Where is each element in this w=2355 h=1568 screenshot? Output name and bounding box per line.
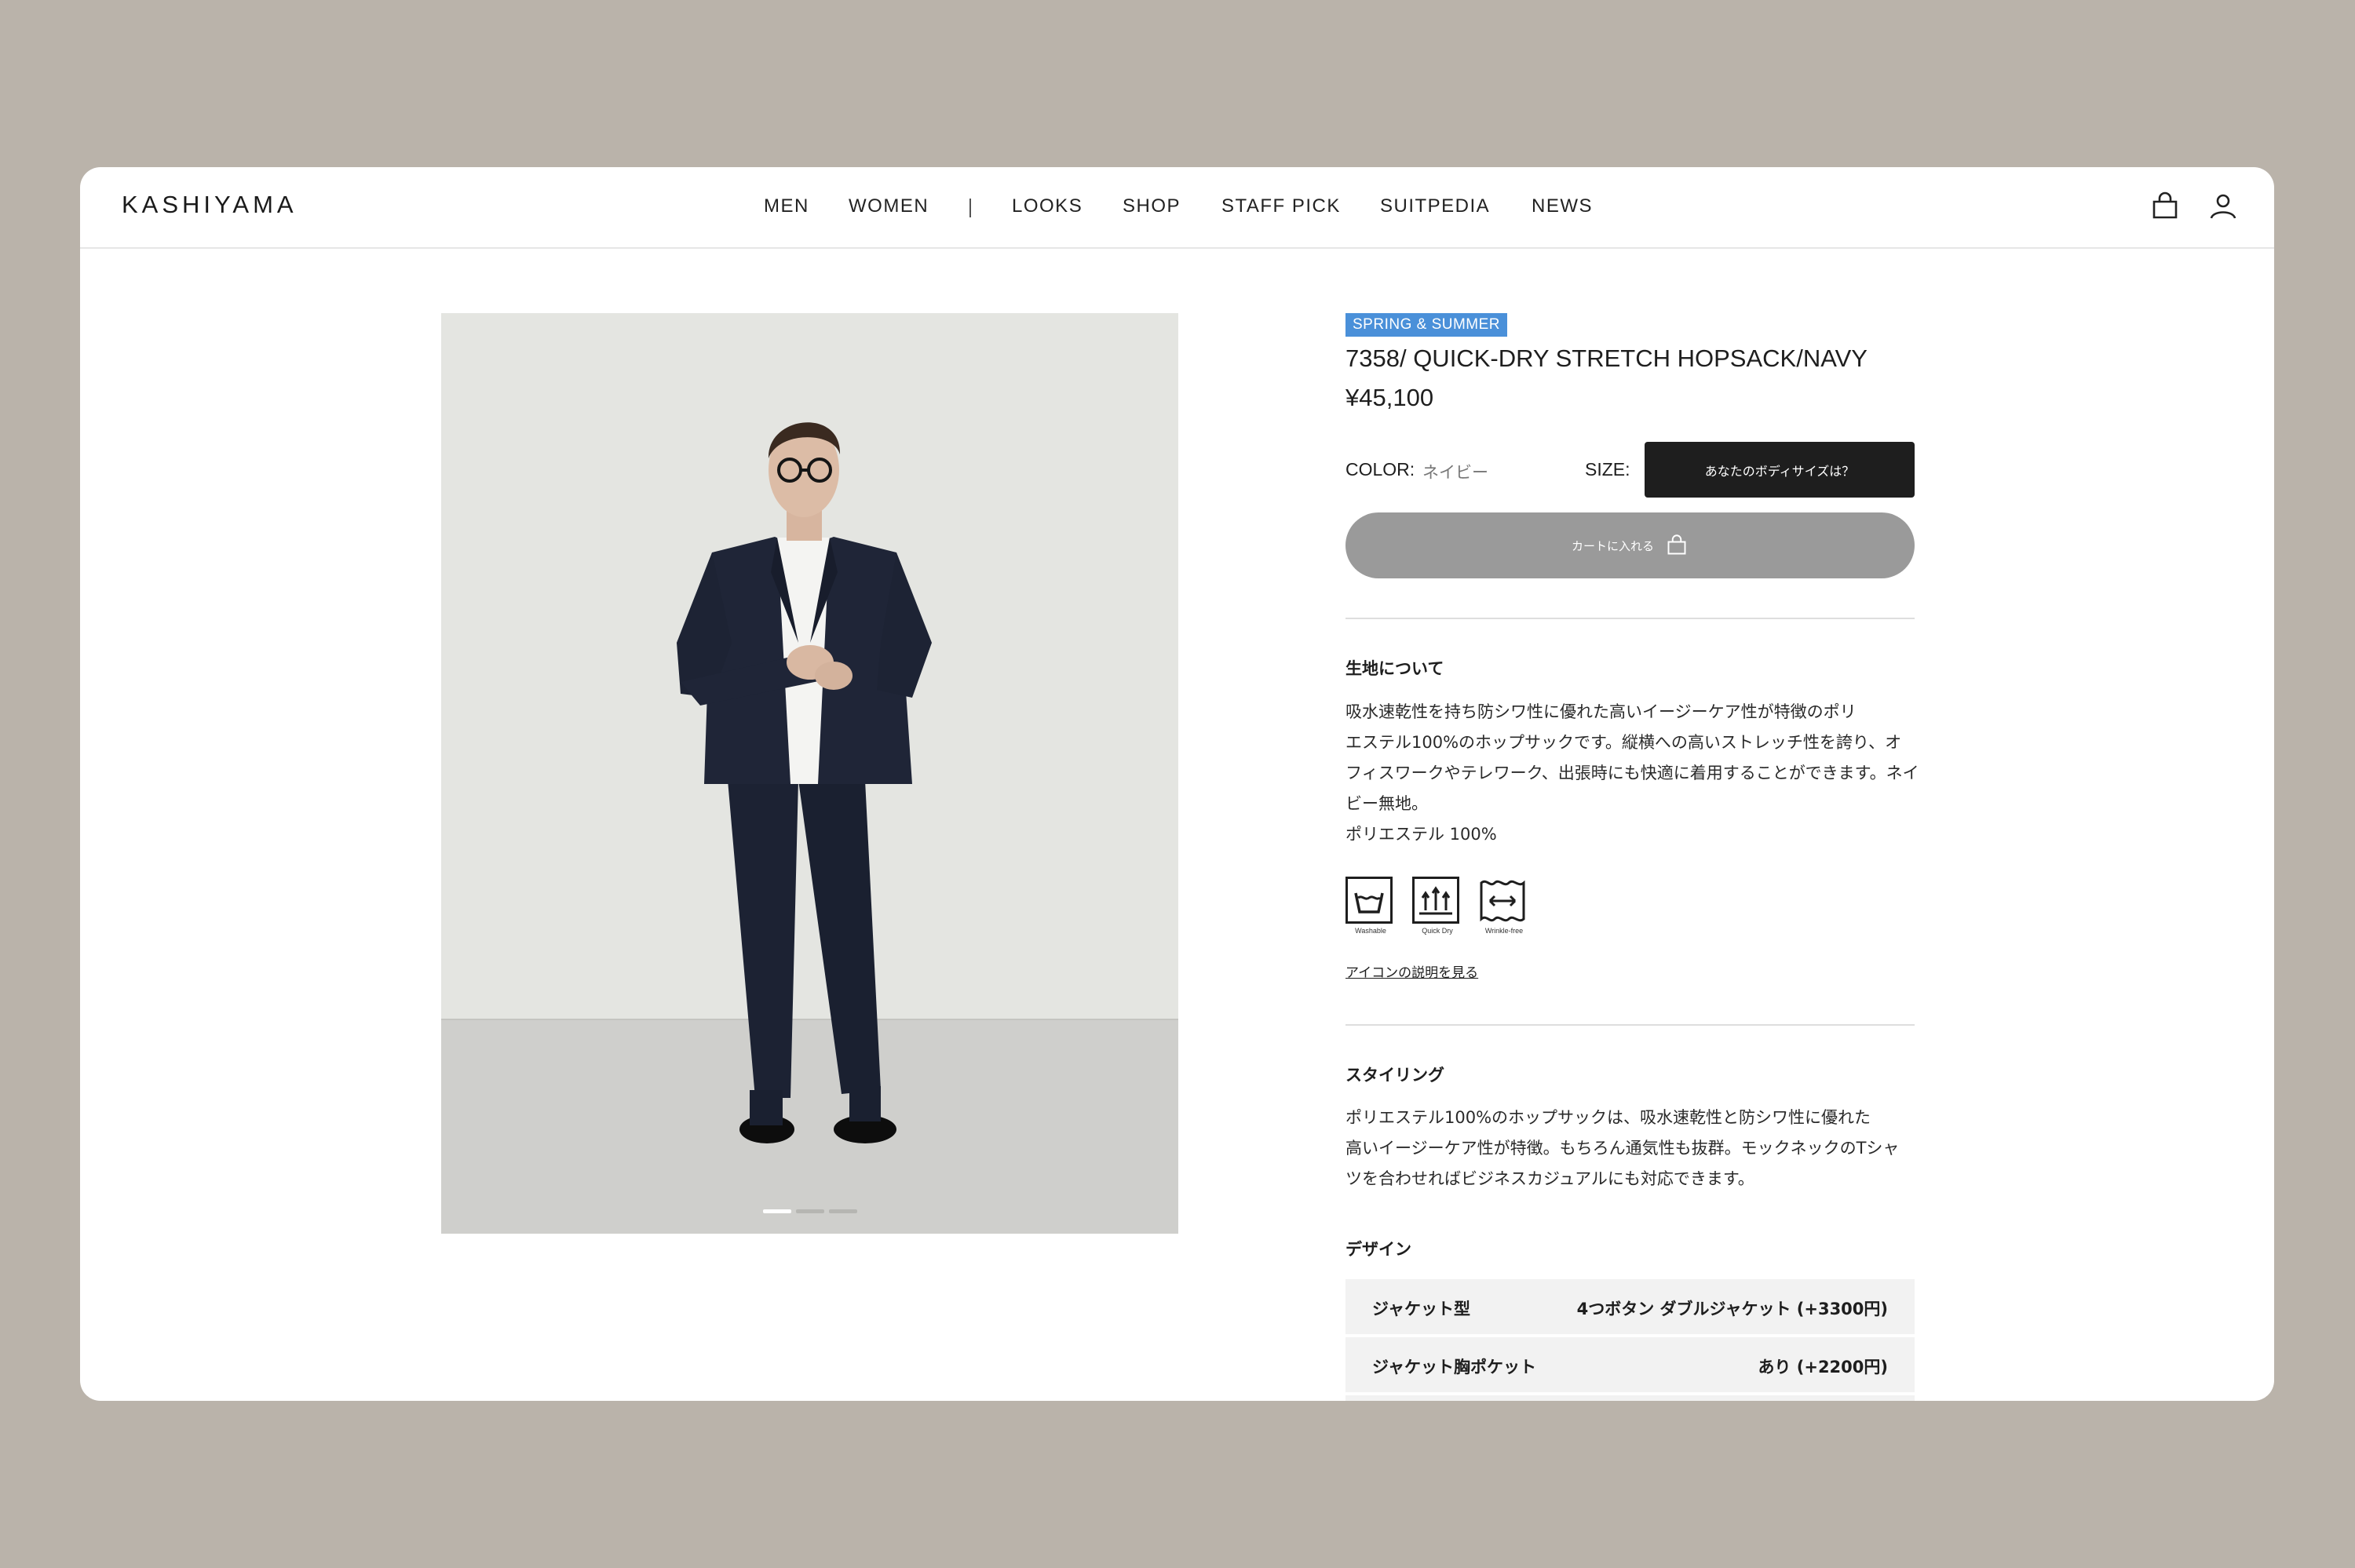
- fabric-line: エステル100%のホップサックです。縦横への高いストレッチ性を誇り、オ: [1345, 733, 1902, 752]
- styling-line: ポリエステル100%のホップサックは、吸水速乾性と防シワ性に優れた: [1345, 1108, 1871, 1127]
- washable-icon: Washable: [1345, 877, 1396, 939]
- model-photo: [441, 313, 1178, 1234]
- design-key: ジャケット型: [1372, 1300, 1470, 1318]
- quick-dry-icon: Quick Dry: [1412, 877, 1462, 939]
- icon-explanation-link[interactable]: アイコンの説明を見る: [1345, 961, 1478, 981]
- nav-news[interactable]: NEWS: [1532, 195, 1593, 217]
- styling-heading: スタイリング: [1345, 1066, 1444, 1085]
- design-key: ジャケット胸ポケット: [1372, 1358, 1536, 1377]
- section-divider: [1345, 1024, 1915, 1026]
- color-label: COLOR:: [1345, 459, 1415, 480]
- design-value: 4つボタン ダブルジャケット (+3300円): [1576, 1300, 1888, 1318]
- body-size-button-label: あなたのボディサイズは？: [1704, 463, 1855, 479]
- nav-separator: [969, 199, 971, 217]
- wrinkle-free-icon: Wrinkle-free: [1479, 877, 1529, 939]
- fabric-material: ポリエステル 100%: [1345, 825, 1497, 844]
- table-row: ジャケット胸ポケット あり (+2200円): [1345, 1337, 1915, 1392]
- add-to-cart-label: カートに入れる: [1571, 538, 1654, 553]
- shopping-bag-icon: [1667, 534, 1686, 555]
- carousel-indicator: [441, 1209, 1178, 1214]
- product-title: 7358/ QUICK-DRY STRETCH HOPSACK/NAVY: [1345, 345, 1868, 372]
- table-row: [1345, 1395, 1915, 1401]
- fabric-description: 吸水速乾性を持ち防シワ性に優れた高いイージーケア性が特徴のポリ エステル100%…: [1345, 697, 1919, 850]
- nav-looks[interactable]: LOOKS: [1012, 195, 1083, 217]
- washable-caption: Washable: [1355, 927, 1386, 935]
- carousel-dot-2[interactable]: [796, 1209, 824, 1213]
- design-options-table: ジャケット型 4つボタン ダブルジャケット (+3300円) ジャケット胸ポケッ…: [1345, 1279, 1915, 1401]
- styling-line: 高いイージーケア性が特徴。もちろん通気性も抜群。モックネックのTシャ: [1345, 1139, 1900, 1158]
- fabric-line: 吸水速乾性を持ち防シワ性に優れた高いイージーケア性が特徴のポリ: [1345, 702, 1857, 721]
- nav-staff-pick[interactable]: STAFF PICK: [1221, 195, 1341, 217]
- fabric-line: ビー無地。: [1345, 794, 1428, 813]
- care-icons: Washable Quick Dry Wrinkle-free: [1345, 877, 1525, 939]
- season-badge: SPRING & SUMMER: [1345, 313, 1508, 337]
- nav-suitpedia[interactable]: SUITPEDIA: [1380, 195, 1490, 217]
- product-price: ¥45,100: [1345, 384, 1434, 411]
- browser-window: KASHIYAMA MEN WOMEN LOOKS SHOP STAFF PIC…: [80, 167, 2274, 1401]
- add-to-cart-button[interactable]: カートに入れる: [1345, 512, 1915, 578]
- table-row: ジャケット型 4つボタン ダブルジャケット (+3300円): [1345, 1279, 1915, 1334]
- site-header: KASHIYAMA MEN WOMEN LOOKS SHOP STAFF PIC…: [80, 167, 2274, 249]
- color-value: ネイビー: [1422, 463, 1488, 482]
- carousel-dot-3[interactable]: [829, 1209, 857, 1213]
- styling-line: ツを合わせればビジネスカジュアルにも対応できます。: [1345, 1169, 1754, 1188]
- main-nav: MEN WOMEN LOOKS SHOP STAFF PICK SUITPEDI…: [80, 195, 2274, 227]
- shopping-bag-icon[interactable]: [2149, 191, 2181, 222]
- nav-men[interactable]: MEN: [764, 195, 809, 217]
- product-image[interactable]: [441, 313, 1178, 1234]
- section-divider: [1345, 618, 1915, 619]
- wrinkle-free-caption: Wrinkle-free: [1484, 927, 1524, 935]
- styling-description: ポリエステル100%のホップサックは、吸水速乾性と防シワ性に優れた 高いイージー…: [1345, 1103, 1919, 1194]
- fabric-line: フィスワークやテレワーク、出張時にも快適に着用することができます。ネイ: [1345, 764, 1919, 782]
- quick-dry-caption: Quick Dry: [1422, 927, 1453, 935]
- design-value: あり (+2200円): [1758, 1358, 1888, 1377]
- size-label: SIZE:: [1585, 459, 1630, 480]
- nav-women[interactable]: WOMEN: [849, 195, 929, 217]
- user-icon[interactable]: [2207, 191, 2239, 222]
- design-heading: デザイン: [1345, 1240, 1411, 1259]
- nav-shop[interactable]: SHOP: [1123, 195, 1181, 217]
- fabric-heading: 生地について: [1345, 659, 1444, 678]
- body-size-button[interactable]: あなたのボディサイズは？: [1645, 442, 1915, 498]
- carousel-dot-1[interactable]: [763, 1209, 791, 1213]
